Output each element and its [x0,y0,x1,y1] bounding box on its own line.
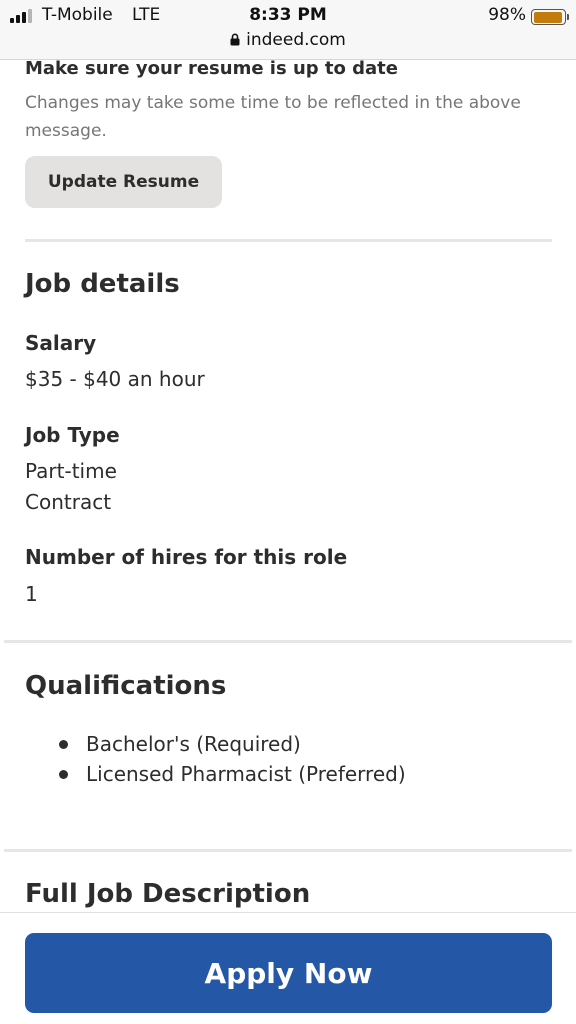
apply-bar: Apply Now [0,912,576,1024]
status-row: T-Mobile LTE 8:33 PM 98% [0,5,576,27]
hires-label: Number of hires for this role [25,545,348,569]
url-text: indeed.com [246,30,346,50]
resume-reminder-title: Make sure your resume is up to date [25,58,398,79]
job-type-value: Contract [25,490,112,514]
salary-label: Salary [25,331,97,355]
section-divider [4,640,572,643]
job-type-value: Part-time [25,459,117,483]
list-item: Bachelor's (Required) [25,729,406,759]
battery-percent: 98% [488,5,526,25]
resume-reminder-note: Changes may take some time to be reflect… [25,93,521,141]
bullet-icon [59,740,68,749]
battery-icon [531,9,569,25]
job-details-heading: Job details [25,269,180,299]
list-item: Licensed Pharmacist (Preferred) [25,759,406,789]
update-resume-button[interactable]: Update Resume [25,156,222,208]
address-bar[interactable]: indeed.com [0,30,576,50]
battery-fill [533,11,562,23]
job-type-label: Job Type [25,423,120,447]
hires-value: 1 [25,582,38,606]
full-description-heading: Full Job Description [25,879,311,909]
section-divider [4,849,572,852]
salary-value: $35 - $40 an hour [25,367,205,391]
apply-now-button[interactable]: Apply Now [25,933,552,1013]
section-divider [25,239,552,242]
status-bar: T-Mobile LTE 8:33 PM 98% indeed.com [0,0,576,60]
bullet-icon [59,770,68,779]
qualifications-heading: Qualifications [25,671,227,701]
qualification-text: Bachelor's (Required) [86,732,301,756]
qualifications-list: Bachelor's (Required) Licensed Pharmacis… [25,729,406,789]
lock-icon [230,33,240,46]
qualification-text: Licensed Pharmacist (Preferred) [86,762,406,786]
